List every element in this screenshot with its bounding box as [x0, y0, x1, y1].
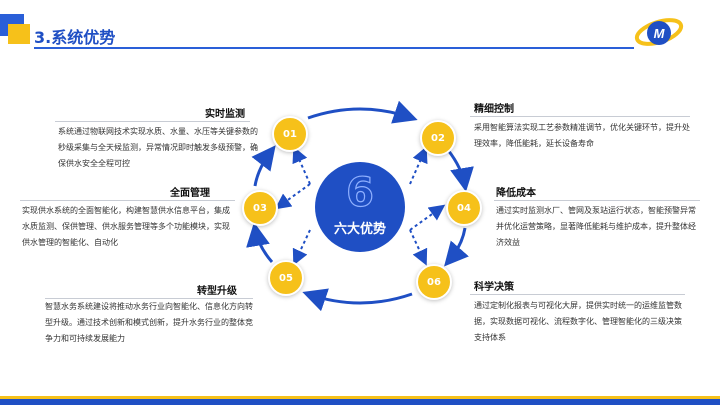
center-label: 六大优势: [333, 222, 386, 237]
section-text-full-management: 实现供水系统的全面智能化，构建智慧供水信息平台，集成水质监测、保供管理、供水服务…: [22, 206, 230, 247]
section-divider: [55, 121, 250, 122]
section-text-fine-control: 采用智能算法实现工艺参数精准调节，优化关键环节，提升处理效率，降低能耗，延长设备…: [474, 123, 690, 148]
section-text-cost-reduction: 通过实时监测水厂、管网及泵站运行状态，智能预警异常并优化运营策略，显著降低能耗与…: [496, 206, 696, 247]
section-title-full-management: 全面管理: [170, 188, 210, 199]
section-text-scientific-decision: 通过定制化报表与可视化大屏，提供实时统一的运维监管数据，实现数据可视化、流程数字…: [474, 301, 682, 342]
badge-03: 03: [242, 190, 278, 226]
section-text-realtime-monitoring: 系统通过物联网技术实现水质、水量、水压等关键参数的秒级采集与全天候监测，异常情况…: [58, 127, 258, 168]
badge-04: 04: [446, 190, 482, 226]
center-summary-circle: 6 六大优势: [315, 162, 405, 252]
badge-01: 01: [272, 116, 308, 152]
section-divider: [470, 116, 690, 117]
section-title-scientific-decision: 科学决策: [474, 282, 514, 293]
section-title-fine-control: 精细控制: [474, 104, 514, 115]
section-title-realtime-monitoring: 实时监测: [205, 109, 245, 120]
section-title-transformation: 转型升级: [197, 286, 237, 297]
badge-06: 06: [416, 264, 452, 300]
section-divider: [494, 200, 700, 201]
badge-02: 02: [420, 120, 456, 156]
center-number: 6: [345, 169, 374, 216]
section-divider: [470, 294, 685, 295]
badge-05: 05: [268, 260, 304, 296]
section-divider: [20, 200, 235, 201]
footer-bar: [0, 399, 720, 405]
section-text-transformation: 智慧水务系统建设将推动水务行业向智能化、信息化方向转型升级。通过技术创新和模式创…: [45, 302, 253, 343]
section-title-cost-reduction: 降低成本: [496, 188, 536, 199]
